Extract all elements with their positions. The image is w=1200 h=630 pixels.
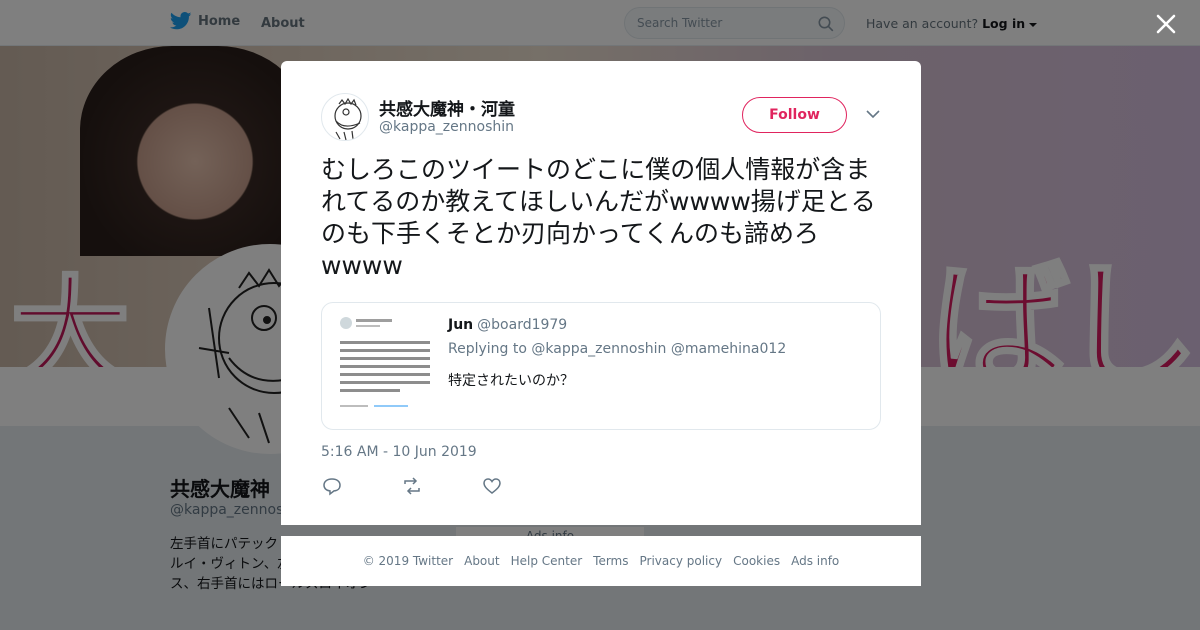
author-handle[interactable]: @kappa_zennoshin <box>379 119 514 135</box>
footer-link-about[interactable]: About <box>464 554 499 568</box>
footer-link-cookies[interactable]: Cookies <box>733 554 780 568</box>
reply-icon[interactable] <box>321 475 343 497</box>
chevron-down-icon[interactable] <box>866 109 880 119</box>
quoted-tweet-thumbnail <box>330 313 440 421</box>
quoted-author: Jun @board1979 <box>448 317 567 333</box>
quoted-author-name: Jun <box>448 317 474 333</box>
footer-link-privacy-policy[interactable]: Privacy policy <box>640 554 723 568</box>
author-avatar[interactable] <box>321 93 369 141</box>
footer-copyright: © 2019 Twitter <box>362 554 454 568</box>
like-icon[interactable] <box>481 475 503 497</box>
modal-footer: © 2019 Twitter About Help Center Terms P… <box>281 536 921 586</box>
quoted-tweet-text: 特定されたいのか？ <box>448 373 574 389</box>
retweet-icon[interactable] <box>401 475 423 497</box>
quoted-tweet-card[interactable]: Jun @board1979 Replying to @kappa_zennosh… <box>321 302 881 430</box>
quoted-replying-to: Replying to @kappa_zennoshin @mamehina01… <box>448 341 787 357</box>
tweet-text: むしろこのツイートのどこに僕の個人情報が含まれてるのか教えてほしいんだがwwww… <box>321 155 876 280</box>
footer-link-terms[interactable]: Terms <box>593 554 628 568</box>
follow-button[interactable]: Follow <box>742 97 847 133</box>
quoted-author-handle: @board1979 <box>477 317 568 333</box>
author-name[interactable]: 共感大魔神・河童 <box>379 95 515 120</box>
close-icon[interactable] <box>1154 12 1178 36</box>
footer-link-help-center[interactable]: Help Center <box>511 554 583 568</box>
author-avatar-drawing <box>334 97 362 140</box>
footer-link-ads-info[interactable]: Ads info <box>791 554 839 568</box>
tweet-modal: 共感大魔神・河童 @kappa_zennoshin Follow むしろこのツイ… <box>281 61 921 525</box>
thumbnail-screenshot-image <box>340 317 430 407</box>
tweet-timestamp[interactable]: 5:16 AM - 10 Jun 2019 <box>321 444 477 460</box>
